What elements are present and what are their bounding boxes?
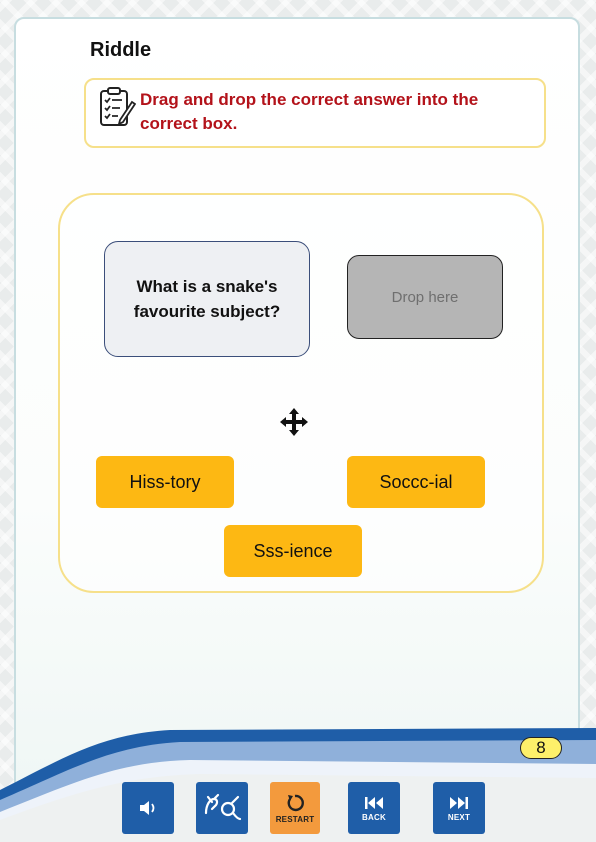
answer-option-hiss-tory[interactable]: Hiss-tory [96,456,234,508]
instruction-box: Drag and drop the correct answer into th… [84,78,546,148]
sign-language-button[interactable] [196,782,248,834]
answer-drop-zone[interactable]: Drop here [347,255,503,339]
clipboard-checklist-icon [100,87,136,126]
back-label: BACK [362,812,386,822]
speaker-icon [140,801,155,815]
restart-button[interactable]: RESTART [270,782,320,834]
activity-area: What is a snake's favourite subject? Dro… [58,193,544,593]
answer-option-sss-ience[interactable]: Sss-ience [224,525,362,577]
next-label: NEXT [447,812,471,822]
sign-language-icon [204,793,242,821]
move-cursor-icon [280,408,308,436]
page-number-badge: 8 [520,737,562,759]
audio-button[interactable] [122,782,174,834]
restart-icon [287,794,304,811]
answer-option-soccc-ial[interactable]: Soccc-ial [347,456,485,508]
next-button[interactable]: NEXT [433,782,485,834]
instruction-text: Drag and drop the correct answer into th… [140,90,479,133]
skip-back-icon [365,796,383,809]
question-card: What is a snake's favourite subject? [104,241,310,357]
activity-card: Riddle Drag and drop the correct answer … [14,17,580,829]
restart-label: RESTART [275,814,315,824]
page-title: Riddle [90,39,152,61]
skip-forward-icon [450,796,468,809]
back-button[interactable]: BACK [348,782,400,834]
